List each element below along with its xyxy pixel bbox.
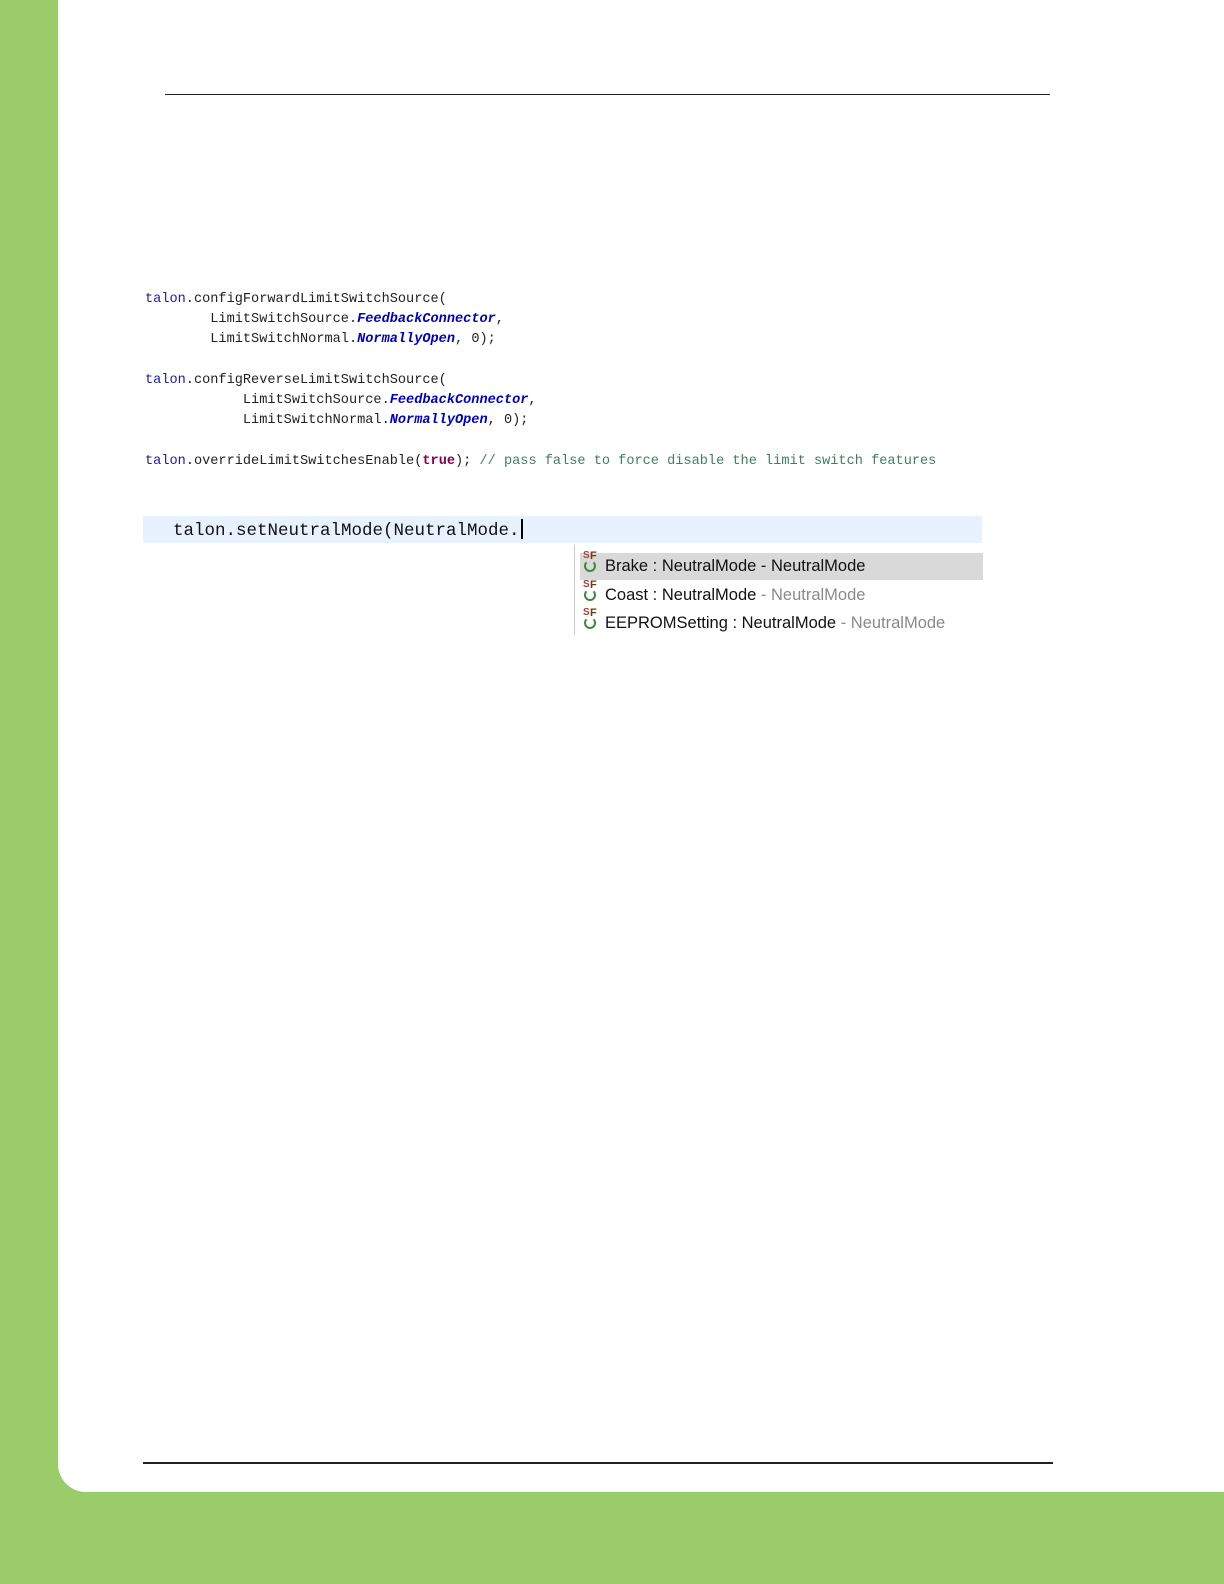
autocomplete-item-name: Brake : NeutralMode <box>605 557 757 575</box>
code-token: , <box>528 392 537 408</box>
code-token: , 0); <box>455 332 496 348</box>
editor-current-line[interactable]: talon.setNeutralMode(NeutralMode. <box>143 516 982 543</box>
static-final-field-icon: SF <box>583 579 601 603</box>
code-line: talon.configReverseLimitSwitchSource( <box>145 371 936 391</box>
code-token: // pass false to force disable the limit… <box>479 453 937 469</box>
header-rule <box>165 94 1050 95</box>
code-token: talon <box>145 453 186 469</box>
code-token: LimitSwitchNormal. <box>145 332 358 348</box>
code-token: LimitSwitchNormal. <box>145 413 390 429</box>
autocomplete-item-name: EEPROMSetting : NeutralMode <box>605 614 837 632</box>
code-line: talon.overrideLimitSwitchesEnable(true);… <box>145 452 936 472</box>
autocomplete-item-type: - NeutralMode <box>756 585 866 604</box>
code-token: NormallyOpen <box>357 332 456 348</box>
autocomplete-item[interactable]: S F Coast : NeutralMode - NeutralMode <box>580 579 983 609</box>
code-token: FeedbackConnector <box>357 312 496 328</box>
code-token: .configForwardLimitSwitchSource( <box>185 292 447 307</box>
code-token: , <box>495 312 504 328</box>
static-final-field-icon: SF <box>583 551 601 574</box>
code-token: .overrideLimitSwitchesEnable( <box>185 453 423 469</box>
code-token: FeedbackConnector <box>389 392 529 408</box>
editor-text[interactable]: talon.setNeutralMode(NeutralMode. <box>173 519 523 541</box>
code-line: LimitSwitchNormal.NormallyOpen, 0); <box>145 411 936 431</box>
code-token: .configReverseLimitSwitchSource( <box>185 372 447 388</box>
autocomplete-item-name: Coast : NeutralMode <box>605 585 757 604</box>
code-token: talon <box>145 292 186 307</box>
autocomplete-item-type: - NeutralMode <box>756 557 866 575</box>
autocomplete-popup[interactable]: S F Brake : NeutralMode - NeutralMode S F Coa… <box>574 545 983 635</box>
static-final-field-icon: SF <box>583 608 601 631</box>
code-line: talon.configForwardLimitSwitchSource( <box>145 290 936 310</box>
document-page <box>58 0 1224 1492</box>
code-line: LimitSwitchSource.FeedbackConnector, <box>145 310 936 330</box>
autocomplete-item-type: - NeutralMode <box>836 614 946 632</box>
code-token: ); <box>455 453 480 469</box>
code-token: LimitSwitchSource. <box>145 392 390 408</box>
code-token: LimitSwitchSource. <box>145 312 358 328</box>
autocomplete-item[interactable]: S F Brake : NeutralMode - NeutralMode <box>580 551 983 580</box>
code-token: , 0); <box>487 413 529 429</box>
code-line: LimitSwitchSource.FeedbackConnector, <box>145 391 936 411</box>
code-token: NormallyOpen <box>389 413 488 429</box>
autocomplete-item[interactable]: S F EEPROMSetting : NeutralMode - NeutralM… <box>580 608 983 635</box>
code-token: talon <box>145 372 186 388</box>
code-token: true <box>422 453 456 469</box>
footer-rule <box>143 1462 1053 1464</box>
code-line: LimitSwitchNormal.NormallyOpen, 0); <box>145 330 936 350</box>
text-caret <box>520 519 523 539</box>
typed-code: talon.setNeutralMode(NeutralMode. <box>173 521 520 541</box>
code-snippet: talon.configForwardLimitSwitchSource( Li… <box>145 290 936 472</box>
